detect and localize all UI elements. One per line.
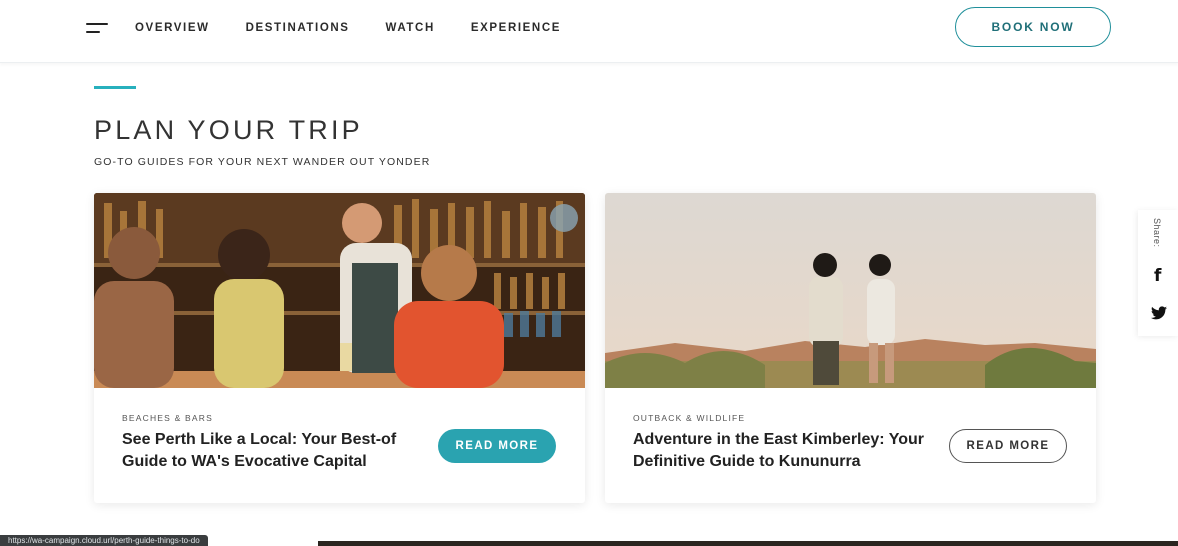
menu-icon[interactable] — [86, 20, 110, 38]
nav-experience[interactable]: EXPERIENCE — [471, 20, 561, 36]
accent-divider — [94, 86, 136, 89]
outback-scene-image — [605, 193, 1096, 388]
read-more-button[interactable]: READ MORE — [438, 429, 556, 463]
guide-card-perth[interactable]: BEACHES & BARS See Perth Like a Local: Y… — [94, 193, 585, 503]
read-more-button[interactable]: READ MORE — [949, 429, 1067, 463]
share-label: Share: — [1152, 218, 1162, 248]
status-url-tooltip: https://wa-campaign.cloud.url/perth-guid… — [0, 535, 208, 546]
site-header: OVERVIEW DESTINATIONS WATCH EXPERIENCE B… — [0, 0, 1178, 63]
twitter-icon[interactable] — [1151, 306, 1167, 320]
page-subtitle: GO-TO GUIDES FOR YOUR NEXT WANDER OUT YO… — [94, 156, 431, 168]
page-title: PLAN YOUR TRIP — [94, 115, 363, 145]
main-nav: OVERVIEW DESTINATIONS WATCH EXPERIENCE — [135, 20, 561, 36]
share-widget: Share: f — [1138, 210, 1178, 336]
card-category: BEACHES & BARS — [122, 413, 213, 423]
nav-destinations[interactable]: DESTINATIONS — [246, 20, 350, 36]
next-section-edge — [318, 541, 1178, 546]
book-now-button[interactable]: BOOK NOW — [955, 7, 1111, 47]
facebook-icon[interactable]: f — [1154, 266, 1161, 286]
card-category: OUTBACK & WILDLIFE — [633, 413, 746, 423]
nav-overview[interactable]: OVERVIEW — [135, 20, 210, 36]
guide-card-kununurra[interactable]: OUTBACK & WILDLIFE Adventure in the East… — [605, 193, 1096, 503]
nav-watch[interactable]: WATCH — [386, 20, 435, 36]
card-title[interactable]: Adventure in the East Kimberley: Your De… — [633, 429, 943, 473]
bar-scene-image — [94, 193, 585, 388]
card-title[interactable]: See Perth Like a Local: Your Best-of Gui… — [122, 429, 432, 473]
